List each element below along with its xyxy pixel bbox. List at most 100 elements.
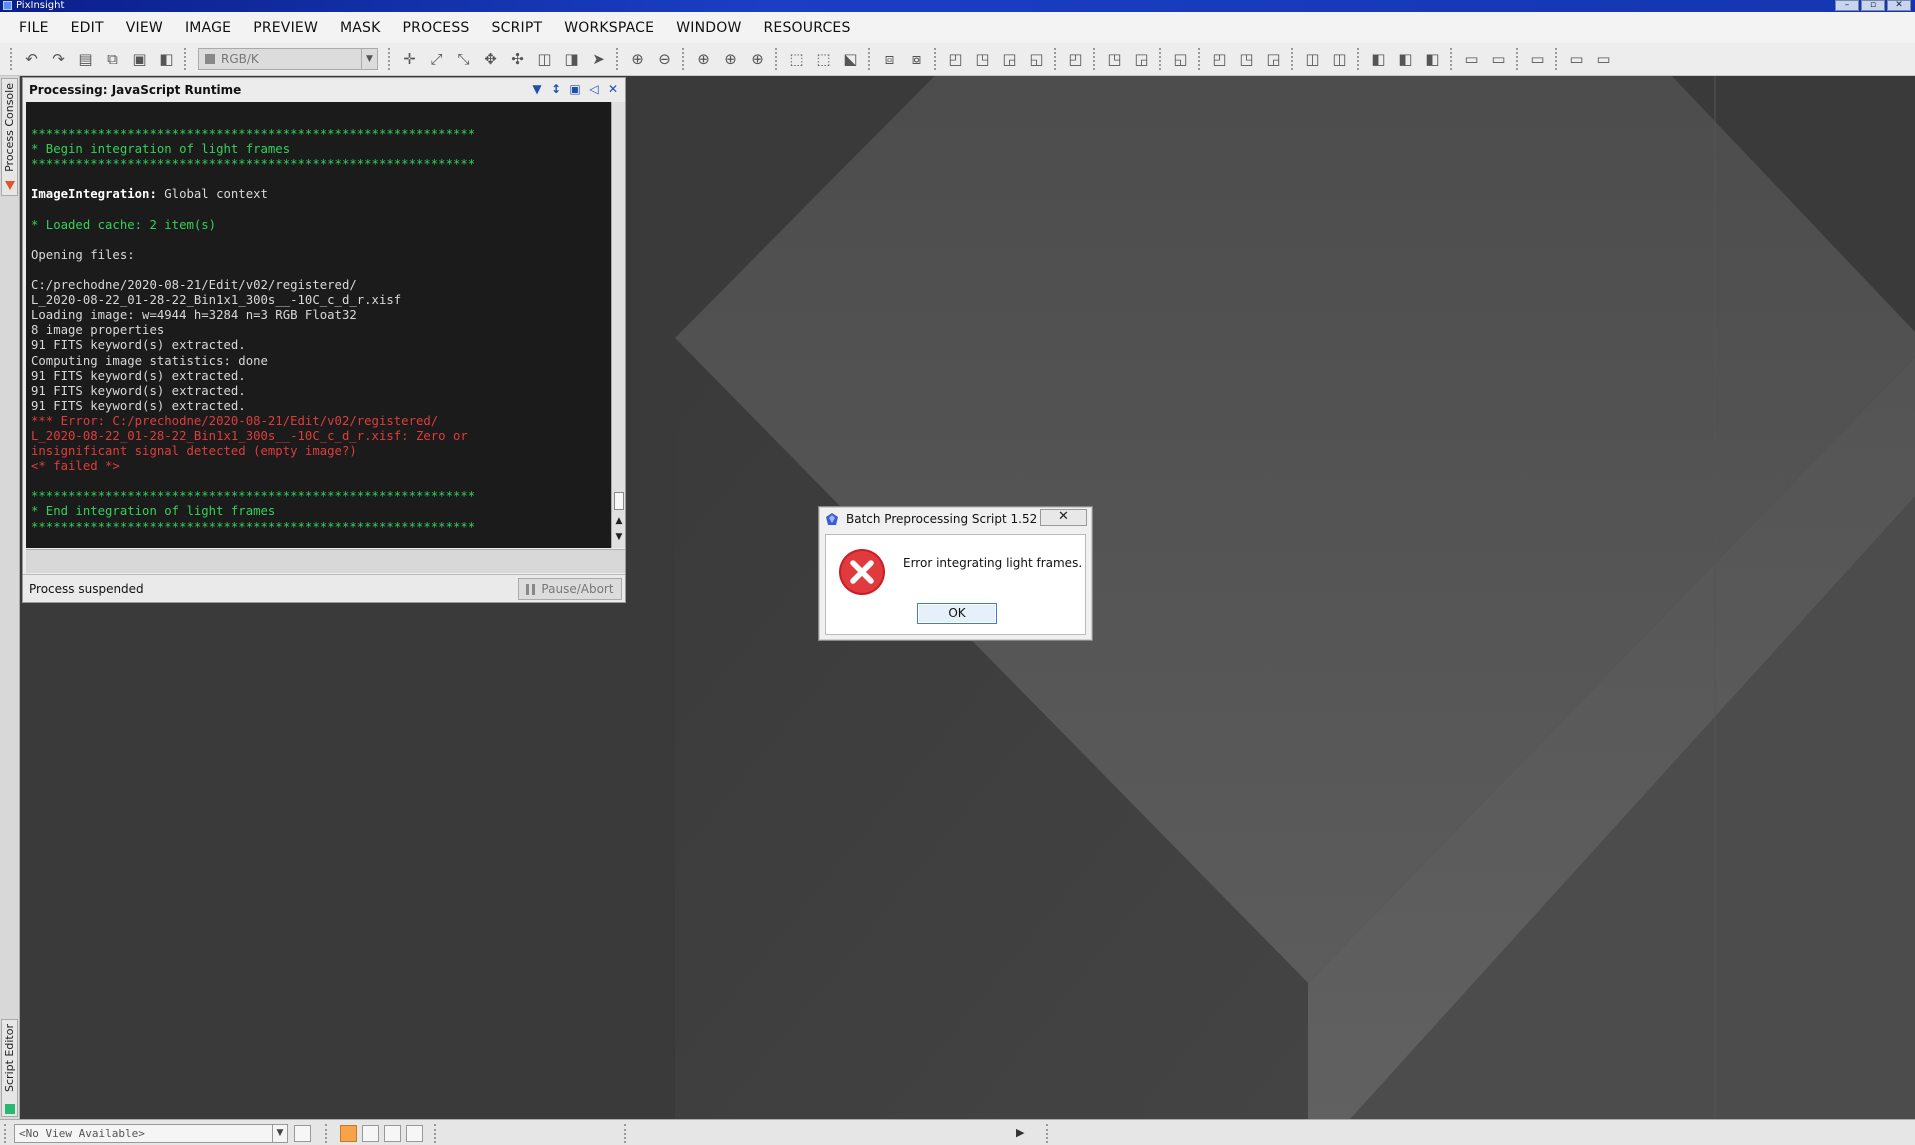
toolbar-grip[interactable] (325, 1124, 328, 1143)
process-tool-8-icon[interactable]: ◱ (1167, 46, 1194, 72)
pointer-icon[interactable]: ➤ (585, 46, 612, 72)
color-sample-orange[interactable] (340, 1125, 357, 1142)
view-selector[interactable]: <No View Available> ▼ (14, 1124, 288, 1143)
explorer-3-icon[interactable]: ◧ (1365, 46, 1392, 72)
toolbar-grip[interactable] (388, 48, 392, 70)
console-output[interactable]: ****************************************… (26, 102, 611, 548)
readout-icon[interactable]: ◫ (531, 46, 558, 72)
monitor-icon[interactable]: ▭ (1458, 46, 1485, 72)
toolbar-grip[interactable] (1291, 48, 1295, 70)
fit-view-icon[interactable]: ⤢ (423, 46, 450, 72)
toolbar-grip[interactable] (1093, 48, 1097, 70)
edit-preview-icon[interactable]: ◨ (558, 46, 585, 72)
menu-preview[interactable]: PREVIEW (242, 20, 329, 36)
center-icon[interactable]: ✣ (504, 46, 531, 72)
workspace-2-icon[interactable]: ▭ (1563, 46, 1590, 72)
zoom-fit-icon[interactable]: ⤡ (450, 46, 477, 72)
process-tool-10-icon[interactable]: ◳ (1233, 46, 1260, 72)
process-tool-1-icon[interactable]: ◰ (942, 46, 969, 72)
duplicate-icon[interactable]: ⧉ (99, 46, 126, 72)
toolbar-grip[interactable] (1450, 48, 1454, 70)
menu-image[interactable]: IMAGE (174, 20, 242, 36)
history-icon[interactable]: ▤ (72, 46, 99, 72)
process-tool-6-icon[interactable]: ◳ (1101, 46, 1128, 72)
close-window-button[interactable]: ✕ (1887, 0, 1911, 11)
zoom-1-1-icon[interactable]: ⊕ (690, 46, 717, 72)
menu-mask[interactable]: MASK (329, 20, 392, 36)
preview-delete-icon[interactable]: ⬕ (837, 46, 864, 72)
console-scrollbar[interactable]: ▲ ▼ (611, 102, 625, 548)
toolbar-grip[interactable] (775, 48, 779, 70)
crosshair-icon[interactable]: ✛ (396, 46, 423, 72)
toolbar-grip[interactable] (10, 48, 14, 70)
preview-all-icon[interactable]: ⬚ (810, 46, 837, 72)
float-icon[interactable]: ▣ (567, 81, 583, 97)
invert-mask-icon[interactable]: ◧ (153, 46, 180, 72)
scroll-down-icon[interactable]: ▼ (613, 532, 625, 544)
tab-process-console[interactable]: Process Console (1, 78, 18, 196)
toolbar-grip[interactable] (682, 48, 686, 70)
fit-window-icon[interactable]: ⧇ (903, 46, 930, 72)
process-tool-3-icon[interactable]: ◲ (996, 46, 1023, 72)
toolbar-grip[interactable] (4, 1124, 7, 1143)
toolbar-grip[interactable] (1159, 48, 1163, 70)
toolbar-grip[interactable] (434, 1124, 437, 1143)
minimize-button[interactable]: – (1835, 0, 1859, 11)
explorer-2-icon[interactable]: ◫ (1326, 46, 1353, 72)
workspace-1-icon[interactable]: ▭ (1524, 46, 1551, 72)
process-tool-4-icon[interactable]: ◱ (1023, 46, 1050, 72)
menu-file[interactable]: FILE (8, 20, 60, 36)
toolbar-grip[interactable] (184, 48, 188, 70)
menu-script[interactable]: SCRIPT (481, 20, 554, 36)
shade-icon[interactable]: ↕ (548, 81, 564, 97)
pause-abort-button[interactable]: Pause/Abort (518, 578, 622, 600)
explorer-1-icon[interactable]: ◫ (1299, 46, 1326, 72)
menu-window[interactable]: WINDOW (665, 20, 752, 36)
dialog-close-button[interactable]: ✕ (1040, 509, 1087, 526)
ok-button[interactable]: OK (917, 603, 997, 624)
zoom-out-icon[interactable]: ⊖ (651, 46, 678, 72)
console-command-input[interactable] (26, 549, 625, 573)
toolbar-grip[interactable] (934, 48, 938, 70)
close-icon[interactable]: ✕ (605, 81, 621, 97)
view-info-icon[interactable] (294, 1125, 311, 1142)
toolbar-grip[interactable] (1198, 48, 1202, 70)
collapse-icon[interactable]: ▼ (529, 81, 545, 97)
explorer-5-icon[interactable]: ◧ (1419, 46, 1446, 72)
zoom-in-icon[interactable]: ⊕ (624, 46, 651, 72)
undo-icon[interactable]: ↶ (18, 46, 45, 72)
zoom-optimal-icon[interactable]: ⊕ (744, 46, 771, 72)
scroll-up-icon[interactable]: ▲ (613, 516, 625, 528)
toolbar-grip[interactable] (1046, 1124, 1049, 1143)
toolbar-grip[interactable] (1516, 48, 1520, 70)
workspace-3-icon[interactable]: ▭ (1590, 46, 1617, 72)
dialog-titlebar[interactable]: Batch Preprocessing Script 1.52 ✕ (819, 507, 1092, 531)
toolbar-grip[interactable] (1357, 48, 1361, 70)
pan-icon[interactable]: ✥ (477, 46, 504, 72)
toolbar-grip[interactable] (616, 48, 620, 70)
redo-icon[interactable]: ↷ (45, 46, 72, 72)
toolbar-grip[interactable] (1054, 48, 1058, 70)
color-space-select[interactable]: RGB/K ▼ (198, 48, 378, 70)
color-sample-white-1[interactable] (362, 1125, 379, 1142)
menu-process[interactable]: PROCESS (392, 20, 481, 36)
toolbar-grip[interactable] (868, 48, 872, 70)
process-tool-7-icon[interactable]: ◲ (1128, 46, 1155, 72)
maximize-button[interactable]: ▫ (1861, 0, 1885, 11)
tab-script-editor[interactable]: Script Editor (1, 1019, 18, 1117)
color-sample-white-2[interactable] (384, 1125, 401, 1142)
menu-edit[interactable]: EDIT (60, 20, 115, 36)
dock-icon[interactable]: ◁ (586, 81, 602, 97)
explorer-4-icon[interactable]: ◧ (1392, 46, 1419, 72)
monitor-settings-icon[interactable]: ▭ (1485, 46, 1512, 72)
color-sample-white-3[interactable] (406, 1125, 423, 1142)
menu-view[interactable]: VIEW (115, 20, 174, 36)
toolbar-grip[interactable] (1555, 48, 1559, 70)
process-tool-5-icon[interactable]: ◰ (1062, 46, 1089, 72)
mask-icon[interactable]: ▣ (126, 46, 153, 72)
play-icon[interactable]: ▶ (1016, 1126, 1024, 1139)
scrollbar-thumb[interactable] (614, 492, 624, 510)
menu-resources[interactable]: RESOURCES (753, 20, 862, 36)
process-tool-2-icon[interactable]: ◳ (969, 46, 996, 72)
view-explorer-icon[interactable]: ⧈ (876, 46, 903, 72)
